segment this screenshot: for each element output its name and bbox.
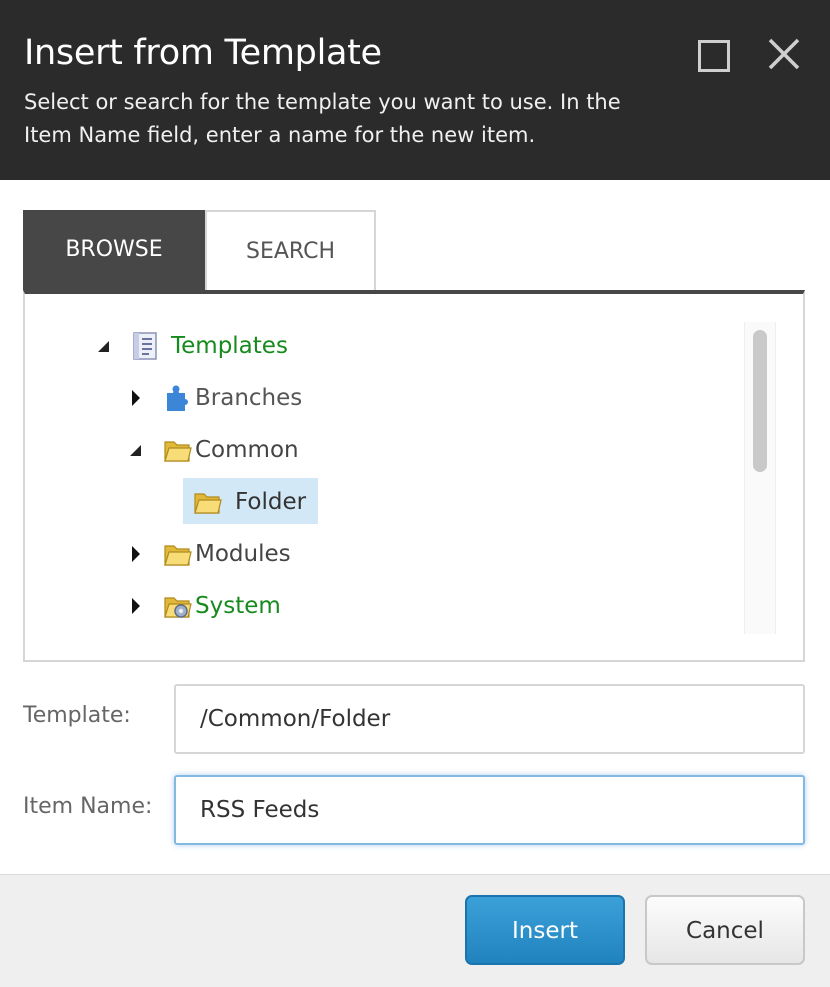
folder-icon: [163, 436, 193, 464]
collapse-arrow-icon[interactable]: [97, 328, 113, 364]
tree-item-label: Templates: [171, 333, 288, 359]
folder-icon: [163, 540, 193, 568]
tree-item-label: System: [195, 593, 281, 619]
dialog-header: Insert from Template Select or search fo…: [0, 0, 830, 180]
dialog-footer: Insert Cancel: [0, 874, 830, 987]
cancel-button[interactable]: Cancel: [645, 895, 805, 965]
collapse-arrow-icon[interactable]: [129, 432, 145, 468]
dialog-title: Insert from Template: [24, 33, 382, 73]
template-label: Template:: [23, 703, 131, 728]
close-button[interactable]: [766, 36, 802, 72]
expand-arrow-icon[interactable]: [129, 588, 145, 624]
tab-search[interactable]: SEARCH: [205, 210, 376, 290]
tree-item-label: Modules: [195, 541, 291, 567]
tree-item-label: Branches: [195, 385, 303, 411]
tab-browse[interactable]: BROWSE: [23, 210, 205, 290]
item-name-label: Item Name:: [23, 794, 153, 819]
puzzle-icon: [163, 384, 193, 412]
tree-item-label: Folder: [235, 489, 307, 515]
dialog-subtitle: Select or search for the template you wa…: [24, 90, 621, 147]
tree-item-label: Common: [195, 437, 299, 463]
template-doc-icon: [131, 332, 161, 360]
maximize-button[interactable]: [698, 40, 730, 72]
folder-icon: [193, 488, 223, 516]
scrollbar-thumb[interactable]: [753, 330, 767, 472]
expand-arrow-icon[interactable]: [129, 536, 145, 572]
insert-button[interactable]: Insert: [465, 895, 625, 965]
template-tree-panel: Templates Branches Common Folder Modules…: [23, 290, 805, 662]
item-name-field[interactable]: [174, 775, 805, 845]
close-icon: [768, 38, 800, 70]
tree-scrollbar[interactable]: [744, 322, 776, 634]
expand-arrow-icon[interactable]: [129, 380, 145, 416]
template-path-field[interactable]: [174, 684, 805, 754]
system-folder-icon: [163, 592, 193, 620]
maximize-icon: [698, 40, 730, 72]
